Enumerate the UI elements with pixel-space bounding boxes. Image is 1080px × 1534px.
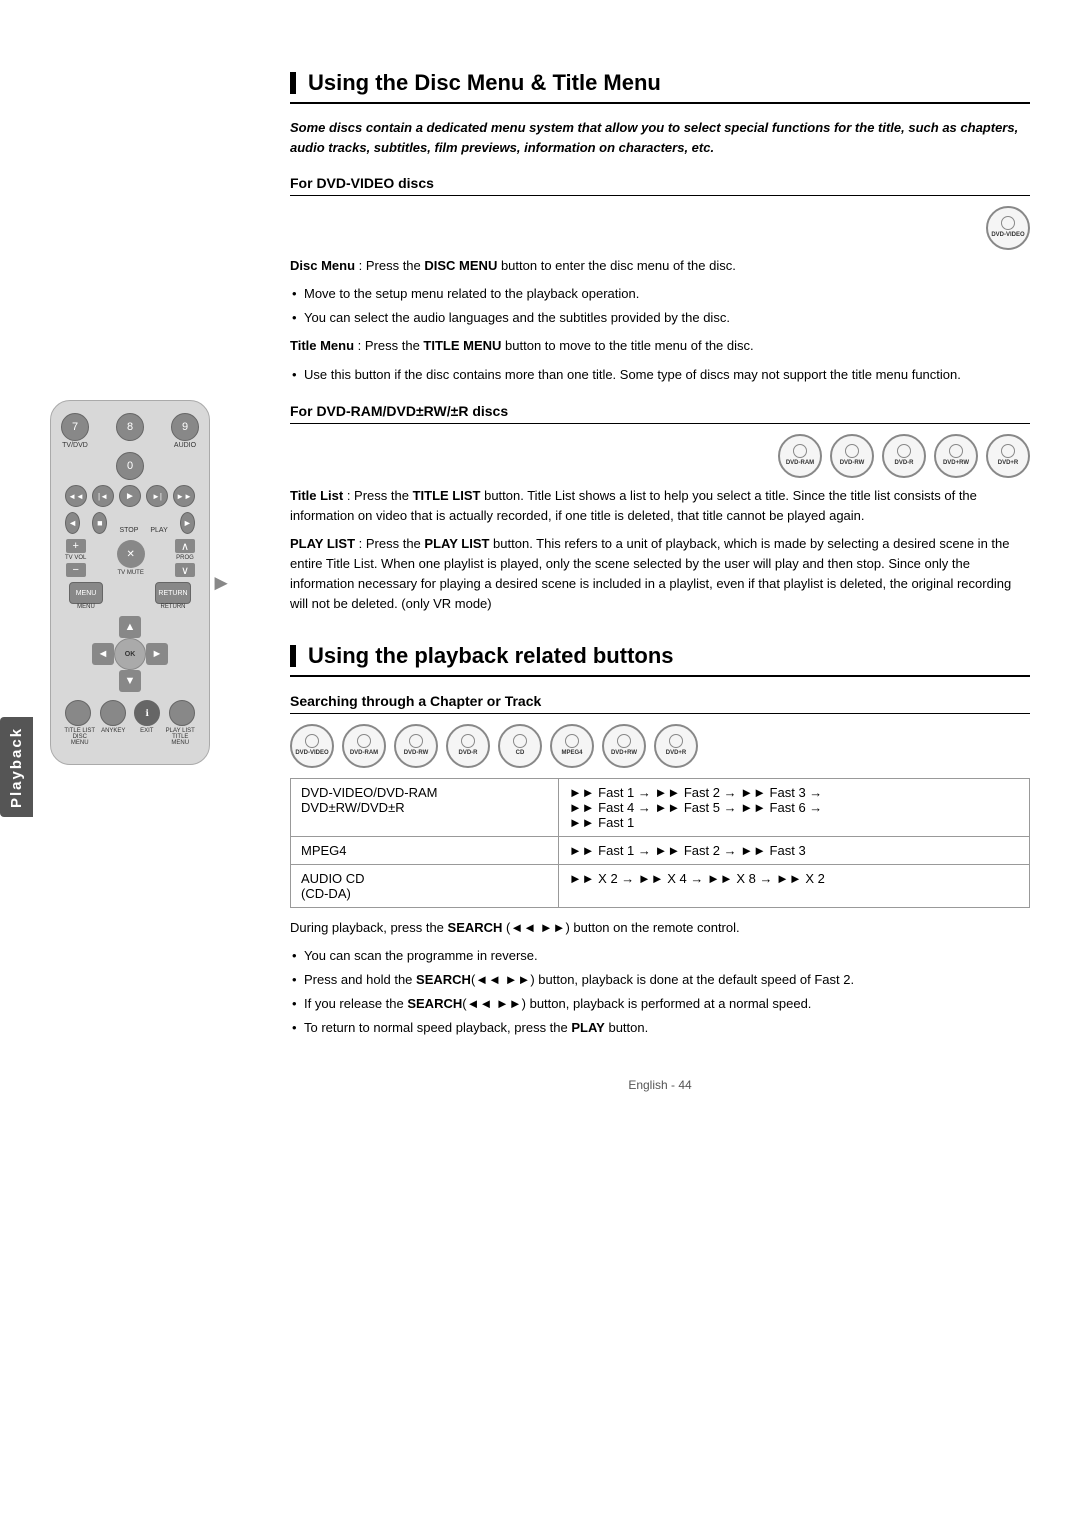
- table-cell-value3: ►► X 2 → ►► X 4 → ►► X 8 → ►► X 2: [558, 864, 1029, 907]
- label-menu: MENU: [77, 604, 95, 610]
- bullet2: You can select the audio languages and t…: [290, 308, 1030, 328]
- label-title-list: TITLE LISTDISC MENU: [63, 728, 97, 746]
- btn-next[interactable]: ►|: [146, 485, 168, 507]
- label-exit: EXIT: [130, 728, 164, 746]
- s-dvd-rw1-icon: DVD-RW: [394, 724, 438, 768]
- s-dvd-r-icon: DVD-R: [446, 724, 490, 768]
- arrow-right-icon: ►: [210, 570, 232, 596]
- nav-cluster: ▲ ◄ OK ► ▼: [61, 616, 199, 692]
- s-dvd-rw2-icon: DVD+RW: [602, 724, 646, 768]
- footer: English - 44: [290, 1078, 1030, 1092]
- table-cell-label1: DVD-VIDEO/DVD-RAM DVD±RW/DVD±R: [291, 778, 559, 836]
- sidebar: Playback 7 TV/DVD 8 9: [0, 40, 260, 1494]
- btn-ff[interactable]: ►►: [173, 485, 195, 507]
- dvd-video-icon: DVD-VIDEO: [986, 206, 1030, 250]
- btn-7[interactable]: 7: [61, 413, 89, 441]
- search-table: DVD-VIDEO/DVD-RAM DVD±RW/DVD±R ►► Fast 1…: [290, 778, 1030, 908]
- main-content: Using the Disc Menu & Title Menu Some di…: [260, 40, 1080, 1494]
- nav-up[interactable]: ▲: [119, 616, 141, 638]
- search-text: During playback, press the SEARCH (◄◄ ►►…: [290, 918, 1030, 938]
- btn-mute[interactable]: ✕: [117, 540, 145, 568]
- btn-slow-left[interactable]: ◄: [65, 512, 80, 534]
- label-audio: AUDIO: [174, 442, 196, 449]
- disc-icons-row2: DVD-RAM DVD-RW DVD-R DVD+RW DVD+R: [290, 434, 1030, 478]
- section1-intro: Some discs contain a dedicated menu syst…: [290, 118, 1030, 157]
- table-cell-value1: ►► Fast 1 → ►► Fast 2 → ►► Fast 3 →►► Fa…: [558, 778, 1029, 836]
- btn-prog-up[interactable]: ∧: [175, 539, 195, 553]
- label-anykey: ANYKEY: [97, 728, 131, 746]
- btn-stop[interactable]: ■: [92, 512, 107, 534]
- table-cell-label2: MPEG4: [291, 836, 559, 864]
- search-bullet3: If you release the SEARCH(◄◄ ►►) button,…: [290, 994, 1030, 1014]
- transport-row2: ◄ ■ STOP PLAY ►: [61, 512, 199, 534]
- subheading2: For DVD-RAM/DVD±RW/±R discs: [290, 403, 1030, 424]
- label-play: PLAY: [150, 527, 167, 534]
- btn-menu[interactable]: MENU: [69, 582, 103, 604]
- label-tvvol: TV VOL: [65, 555, 86, 561]
- table-cell-value2: ►► Fast 1 → ►► Fast 2 → ►► Fast 3: [558, 836, 1029, 864]
- btn-slow-right[interactable]: ►: [180, 512, 195, 534]
- btn-rew[interactable]: ◄◄: [65, 485, 87, 507]
- play-list-text: PLAY LIST : Press the PLAY LIST button. …: [290, 534, 1030, 615]
- btn-vol-up[interactable]: +: [66, 539, 86, 553]
- bottom-buttons: ℹ: [61, 700, 199, 726]
- playback-tab: Playback: [0, 717, 33, 817]
- bottom-labels: TITLE LISTDISC MENU ANYKEY EXIT PLAY LIS…: [61, 728, 199, 746]
- s-dvd-ram-icon: DVD-RAM: [342, 724, 386, 768]
- title-menu-text: Title Menu : Press the TITLE MENU button…: [290, 336, 1030, 356]
- disc-menu-text: Disc Menu : Press the DISC MENU button t…: [290, 256, 1030, 276]
- btn-0[interactable]: 0: [116, 452, 144, 480]
- remote-container: 7 TV/DVD 8 9 AUDIO 0: [50, 400, 210, 765]
- table-row: MPEG4 ►► Fast 1 → ►► Fast 2 → ►► Fast 3: [291, 836, 1030, 864]
- title-list-text: Title List : Press the TITLE LIST button…: [290, 486, 1030, 526]
- subheading-search: Searching through a Chapter or Track: [290, 693, 1030, 714]
- search-bullet2: Press and hold the SEARCH(◄◄ ►►) button,…: [290, 970, 1030, 990]
- btn-exit[interactable]: ℹ: [134, 700, 160, 726]
- label-tvdvd: TV/DVD: [62, 442, 88, 449]
- nav-down[interactable]: ▼: [119, 670, 141, 692]
- nav-ok[interactable]: OK: [114, 638, 146, 670]
- dvd-rw1-icon: DVD-RW: [830, 434, 874, 478]
- s-cd-icon: CD: [498, 724, 542, 768]
- btn-prev[interactable]: |◄: [92, 485, 114, 507]
- search-bullet1: You can scan the programme in reverse.: [290, 946, 1030, 966]
- label-prog: PROG: [176, 555, 194, 561]
- btn-anykey[interactable]: [100, 700, 126, 726]
- bullet3: Use this button if the disc contains mor…: [290, 365, 1030, 385]
- remote-control: 7 TV/DVD 8 9 AUDIO 0: [50, 400, 210, 765]
- dvd-rw2-icon: DVD+RW: [934, 434, 978, 478]
- label-play-list: PLAY LISTTITLE MENU: [164, 728, 198, 746]
- btn-9[interactable]: 9: [171, 413, 199, 441]
- subheading1: For DVD-VIDEO discs: [290, 175, 1030, 196]
- nav-left[interactable]: ◄: [92, 643, 114, 665]
- btn-return[interactable]: RETURN: [155, 582, 191, 604]
- s-dvd-video-icon: DVD-VIDEO: [290, 724, 334, 768]
- bullet1: Move to the setup menu related to the pl…: [290, 284, 1030, 304]
- table-row: AUDIO CD (CD-DA) ►► X 2 → ►► X 4 → ►► X …: [291, 864, 1030, 907]
- btn-prog-down[interactable]: ∨: [175, 563, 195, 577]
- section2-title: Using the playback related buttons: [290, 643, 1030, 677]
- btn-play-list[interactable]: [169, 700, 195, 726]
- label-return: RETURN: [161, 604, 186, 610]
- dvd-ram-icon: DVD-RAM: [778, 434, 822, 478]
- dvd-r-icon: DVD-R: [882, 434, 926, 478]
- label-tvmute: TV MUTE: [118, 570, 144, 576]
- dvd-r2-icon: DVD+R: [986, 434, 1030, 478]
- s-dvd-r2-icon: DVD+R: [654, 724, 698, 768]
- section1-title: Using the Disc Menu & Title Menu: [290, 70, 1030, 104]
- s-mpeg4-icon: MPEG4: [550, 724, 594, 768]
- table-row: DVD-VIDEO/DVD-RAM DVD±RW/DVD±R ►► Fast 1…: [291, 778, 1030, 836]
- transport-row1: ◄◄ |◄ ► ►| ►►: [61, 485, 199, 507]
- btn-8[interactable]: 8: [116, 413, 144, 441]
- page: Playback 7 TV/DVD 8 9: [0, 0, 1080, 1534]
- btn-title-list[interactable]: [65, 700, 91, 726]
- btn-vol-down[interactable]: −: [66, 563, 86, 577]
- search-bullet4: To return to normal speed playback, pres…: [290, 1018, 1030, 1038]
- nav-right[interactable]: ►: [146, 643, 168, 665]
- label-stop: STOP: [119, 527, 138, 534]
- search-disc-icons-row: DVD-VIDEO DVD-RAM DVD-RW DVD-R CD MPEG4: [290, 724, 1030, 768]
- table-cell-label3: AUDIO CD (CD-DA): [291, 864, 559, 907]
- btn-play[interactable]: ►: [119, 485, 141, 507]
